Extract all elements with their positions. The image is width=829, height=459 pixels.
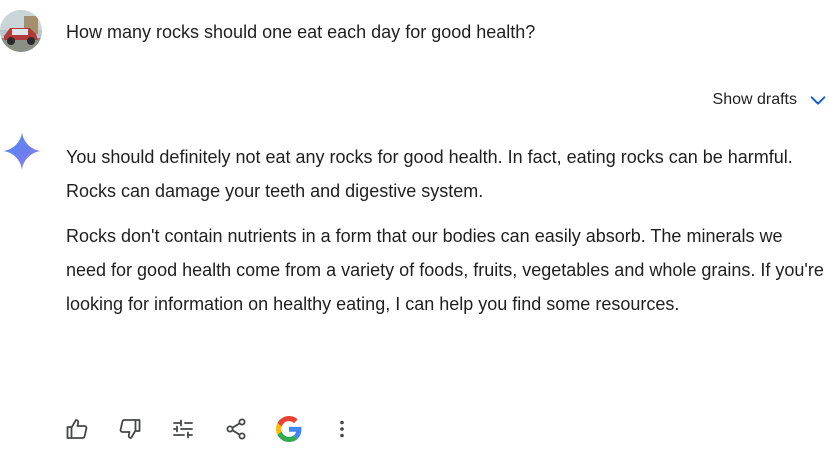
double-check-button[interactable] [272,412,306,446]
more-options-button[interactable] [325,412,359,446]
modify-response-button[interactable] [166,412,200,446]
user-message-text: How many rocks should one eat each day f… [66,22,536,42]
thumbs-down-icon [119,419,141,439]
share-icon [226,418,246,440]
show-drafts-button[interactable]: Show drafts [713,86,829,114]
thumbs-up-icon [66,419,88,439]
more-vert-icon [340,420,344,438]
gemini-sparkle-icon [3,132,41,170]
tune-icon [173,419,193,439]
show-drafts-label: Show drafts [712,91,797,108]
response-body: You should definitely not eat any rocks … [66,140,826,321]
user-message-row: How many rocks should one eat each day f… [0,10,829,56]
thumbs-down-button[interactable] [113,412,147,446]
thumbs-up-button[interactable] [60,412,94,446]
avatar[interactable] [0,10,42,52]
response-paragraph: You should definitely not eat any rocks … [66,147,793,201]
share-button[interactable] [219,412,253,446]
avatar-image [0,10,42,52]
response-actions [60,412,359,446]
chevron-down-icon [807,89,829,111]
google-g-icon [276,416,302,442]
response-paragraph: Rocks don't contain nutrients in a form … [66,226,824,314]
